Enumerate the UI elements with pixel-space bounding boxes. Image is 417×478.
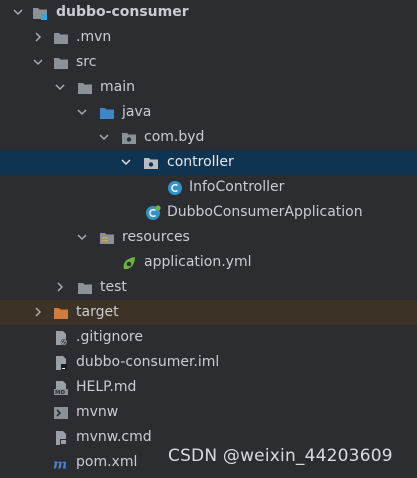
tree-label-gitignore: .gitignore (76, 329, 143, 345)
tree-item-target[interactable]: target (0, 300, 417, 325)
class-icon (168, 181, 182, 195)
excluded-folder-icon (54, 308, 68, 319)
tree-label-application-yml: application.yml (144, 254, 252, 270)
source-folder-icon (100, 108, 114, 119)
shell-icon (54, 407, 68, 419)
file-icon (56, 331, 68, 346)
chevron-down-icon[interactable] (33, 57, 43, 67)
file-icon (56, 431, 67, 445)
tree-label-help: HELP.md (76, 379, 137, 395)
tree-item-info-controller[interactable]: InfoController (0, 175, 417, 200)
tree-label-controller: controller (167, 154, 234, 170)
tree-item-test[interactable]: test (0, 275, 417, 300)
tree-item-src[interactable]: src (0, 50, 417, 75)
tree-label-java: java (122, 104, 152, 120)
tree-item-dubbo-consumer[interactable]: dubbo-consumer (0, 0, 417, 25)
chevron-right-icon[interactable] (55, 282, 65, 292)
tree-item-gitignore[interactable]: .gitignore (0, 325, 417, 350)
spring-boot-class-icon (146, 205, 161, 220)
chevron-down-icon[interactable] (77, 107, 87, 117)
chevron-down-icon[interactable] (77, 232, 87, 242)
tree-item-java[interactable]: java (0, 100, 417, 125)
chevron-right-icon[interactable] (33, 307, 43, 317)
svg-text:MD: MD (55, 390, 65, 396)
maven-icon: m (53, 456, 67, 471)
resources-folder-icon (100, 233, 114, 244)
folder-icon (54, 33, 68, 44)
tree-label-mvn: .mvn (76, 29, 112, 45)
chevron-down-icon[interactable] (99, 132, 109, 142)
svg-text:m: m (53, 456, 67, 471)
chevron-right-icon[interactable] (33, 32, 43, 42)
folder-icon (78, 83, 92, 94)
tree-label-mvnw: mvnw (76, 404, 119, 420)
tree-label-iml: dubbo-consumer.iml (76, 354, 220, 370)
tree-label-application-class: DubboConsumerApplication (167, 204, 363, 220)
markdown-icon: MD (54, 381, 68, 396)
module-folder-icon (33, 8, 47, 20)
package-icon (144, 158, 158, 169)
tree-item-iml[interactable]: dubbo-consumer.iml (0, 350, 417, 375)
tree-item-main[interactable]: main (0, 75, 417, 100)
tree-label-root: dubbo-consumer (56, 4, 189, 20)
tree-item-application-yml[interactable]: application.yml (0, 250, 417, 275)
folder-icon (54, 58, 68, 69)
tree-item-dubbo-consumer-application[interactable]: DubboConsumerApplication (0, 200, 417, 225)
tree-label-package: com.byd (144, 129, 205, 145)
tree-item-com-byd[interactable]: com.byd (0, 125, 417, 150)
tree-label-pom: pom.xml (76, 454, 138, 470)
chevron-down-icon[interactable] (13, 7, 23, 17)
tree-label-resources: resources (122, 229, 190, 245)
tree-item-resources[interactable]: resources (0, 225, 417, 250)
watermark-text: CSDN @weixin_44203609 (168, 446, 393, 466)
project-tree: dubbo-consumer .mvn src main java com.by… (0, 0, 417, 475)
tree-item-help-md[interactable]: MD HELP.md (0, 375, 417, 400)
file-icon (56, 356, 67, 370)
yml-file-icon (123, 257, 135, 270)
tree-label-main: main (100, 79, 135, 95)
tree-label-mvnw-cmd: mvnw.cmd (76, 429, 152, 445)
tree-label-src: src (76, 54, 97, 70)
tree-label-target: target (76, 304, 119, 320)
tree-item-mvn[interactable]: .mvn (0, 25, 417, 50)
chevron-down-icon[interactable] (121, 157, 131, 167)
tree-label-test: test (100, 279, 127, 295)
tree-item-mvnw[interactable]: mvnw (0, 400, 417, 425)
tree-item-controller[interactable]: controller (0, 150, 417, 175)
folder-icon (78, 283, 92, 294)
package-icon (122, 133, 136, 144)
tree-label-info-controller: InfoController (189, 179, 285, 195)
chevron-down-icon[interactable] (55, 82, 65, 92)
